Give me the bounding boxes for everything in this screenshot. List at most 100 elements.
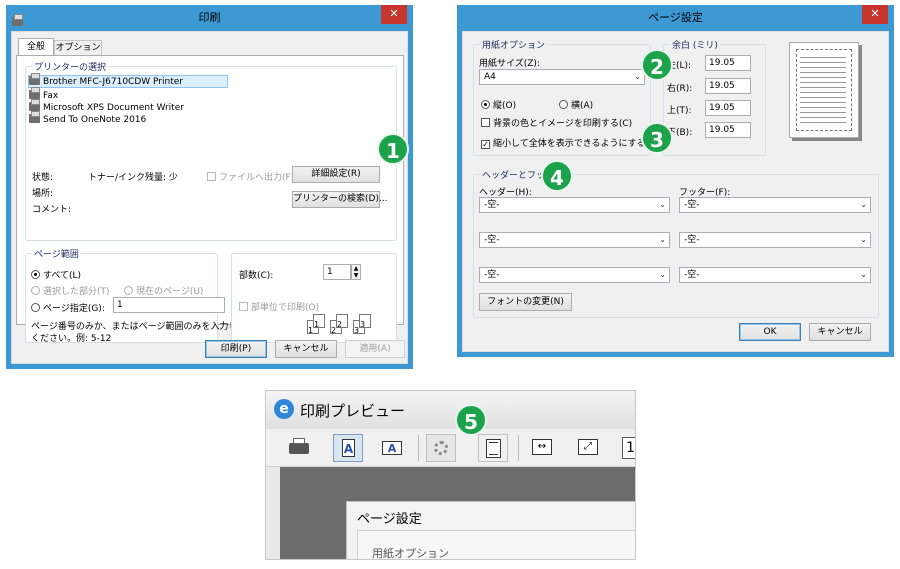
printer-icon xyxy=(29,73,40,85)
margins-group-title: 余白 (ミリ) xyxy=(670,38,720,51)
printer-name: Brother MFC-J6710CDW Printer xyxy=(43,77,183,87)
collate-label: 部単位で印刷(O) xyxy=(251,303,320,313)
paper-options-group-title: 用紙オプション xyxy=(480,38,548,51)
range-pages-input[interactable]: 1 xyxy=(113,297,225,313)
copies-input[interactable]: 1 xyxy=(323,264,351,280)
range-pages-radio[interactable]: ページ指定(G): xyxy=(31,301,105,314)
copies-label: 部数(C): xyxy=(239,271,274,281)
ok-button[interactable]: OK xyxy=(739,323,801,341)
printer-name: Microsoft XPS Document Writer xyxy=(43,103,184,113)
margin-right-label: 右(R): xyxy=(667,84,693,94)
chevron-down-icon: ⌄ xyxy=(860,200,867,209)
printer-item-xps[interactable]: Microsoft XPS Document Writer xyxy=(29,99,184,114)
status-label: 状態: xyxy=(32,173,54,183)
print-icon[interactable] xyxy=(286,435,312,459)
step-badge-4: 4 xyxy=(541,160,573,192)
preview-toolbar: A A ↔ ⤢ 1 xyxy=(266,429,635,467)
details-button[interactable]: 詳細設定(R) xyxy=(292,166,380,183)
cancel-button[interactable]: キャンセル xyxy=(809,323,871,341)
printer-item-brother[interactable]: Brother MFC-J6710CDW Printer xyxy=(28,73,228,88)
toolbar-separator xyxy=(518,435,519,461)
page-setup-title: ページ設定 xyxy=(648,11,703,24)
copies-spinner[interactable]: ▲ ▼ xyxy=(351,264,361,280)
header-select-value: -空- xyxy=(484,270,500,280)
portrait-icon[interactable]: A xyxy=(333,434,363,462)
print-background-checkbox[interactable]: 背景の色とイメージを印刷する(C) xyxy=(481,116,632,129)
page-preview-thumbnail xyxy=(789,42,859,138)
print-dialog-body: 全般 オプション プリンターの選択 Brother MFC-J6710CDW P… xyxy=(11,31,408,364)
printer-item-onenote[interactable]: Send To OneNote 2016 xyxy=(29,111,147,126)
page-setup-body: 用紙オプション 用紙サイズ(Z): A4 ⌄ 縦(O) 横(A) 背景の色とイメー… xyxy=(462,31,889,352)
print-to-file-checkbox[interactable]: ファイルへ出力(F) xyxy=(207,170,294,183)
inner-page-setup-dialog: ページ設定 用紙オプション xyxy=(346,501,635,559)
collate-page: 2 xyxy=(336,314,348,329)
change-font-button[interactable]: フォントの変更(N) xyxy=(479,293,572,311)
chevron-down-icon: ⌄ xyxy=(634,72,641,81)
page-setup-titlebar: ページ設定 ✕ xyxy=(457,5,894,31)
chevron-down-icon: ⌄ xyxy=(659,235,666,244)
location-label: 場所: xyxy=(32,189,54,199)
paper-size-select[interactable]: A4 ⌄ xyxy=(479,69,645,85)
find-printer-button[interactable]: プリンターの検索(D)... xyxy=(292,191,388,208)
landscape-icon[interactable]: A xyxy=(378,434,408,462)
range-hint-line2: ください。例: 5-12 xyxy=(31,334,112,344)
tab-general[interactable]: 全般 xyxy=(18,38,54,55)
margin-right-input[interactable]: 19.05 xyxy=(705,78,751,94)
chevron-down-icon: ⌄ xyxy=(860,235,867,244)
cancel-button[interactable]: キャンセル xyxy=(275,340,337,358)
page-setup-dialog: ページ設定 ✕ 用紙オプション 用紙サイズ(Z): A4 ⌄ 縦(O) 横(A) … xyxy=(457,5,894,357)
header-footer-icon[interactable] xyxy=(478,434,508,462)
page-number-field[interactable]: 1 xyxy=(622,437,635,459)
footer-select-3[interactable]: -空- ⌄ xyxy=(679,267,871,283)
paper-size-value: A4 xyxy=(484,72,496,82)
portrait-label: 縦(O) xyxy=(493,101,517,111)
shrink-to-fit-label: 縮小して全体を表示できるようにする(S) xyxy=(493,139,659,149)
apply-button[interactable]: 適用(A) xyxy=(345,340,405,358)
collate-checkbox[interactable]: 部単位で印刷(O) xyxy=(239,300,319,313)
range-selection-radio[interactable]: 選択した部分(T) xyxy=(31,284,110,297)
shrink-to-fit-checkbox[interactable]: ✓ 縮小して全体を表示できるようにする(S) xyxy=(481,136,658,149)
fit-width-icon[interactable]: ↔ xyxy=(528,434,558,462)
margin-left-input[interactable]: 19.05 xyxy=(705,55,751,71)
tab-options[interactable]: オプション xyxy=(54,40,102,55)
printer-select-group: プリンターの選択 Brother MFC-J6710CDW Printer Fa… xyxy=(25,60,397,241)
chevron-down-icon: ⌄ xyxy=(659,270,666,279)
print-dialog-title: 印刷 xyxy=(198,11,221,24)
header-select-3[interactable]: -空- ⌄ xyxy=(479,267,670,283)
margin-bottom-input[interactable]: 19.05 xyxy=(705,122,751,138)
collate-pages-icon: 1 1 2 2 3 3 xyxy=(307,314,377,338)
preview-title: 印刷プレビュー xyxy=(300,402,406,420)
range-current-label: 現在のページ(U) xyxy=(136,287,204,297)
margin-top-input[interactable]: 19.05 xyxy=(705,100,751,116)
ie-logo-icon: e xyxy=(274,399,294,419)
printer-name: Send To OneNote 2016 xyxy=(43,115,147,125)
footer-select-value: -空- xyxy=(684,235,700,245)
footer-select-value: -空- xyxy=(684,200,700,210)
header-select-2[interactable]: -空- ⌄ xyxy=(479,232,670,248)
range-selection-label: 選択した部分(T) xyxy=(43,287,110,297)
collate-page: 3 xyxy=(359,314,371,329)
comment-label: コメント: xyxy=(32,205,72,215)
range-all-radio[interactable]: すべて(L) xyxy=(31,268,81,281)
step-badge-5: 5 xyxy=(455,404,487,436)
page-range-group-title: ページ範囲 xyxy=(32,247,81,260)
inner-paper-group: 用紙オプション xyxy=(357,530,635,559)
close-button[interactable]: ✕ xyxy=(381,5,407,24)
landscape-radio[interactable]: 横(A) xyxy=(559,98,593,111)
header-select-1[interactable]: -空- ⌄ xyxy=(479,197,670,213)
close-button[interactable]: ✕ xyxy=(862,5,888,24)
printer-select-group-title: プリンターの選択 xyxy=(32,60,109,73)
inner-dialog-title: ページ設定 xyxy=(357,512,422,527)
full-page-icon[interactable]: ⤢ xyxy=(574,434,604,462)
print-preview-window: e 印刷プレビュー A A ↔ ⤢ 1 ページ設定 用紙オプション xyxy=(265,390,636,560)
print-button[interactable]: 印刷(P) xyxy=(205,340,267,358)
page-setup-gear-icon[interactable] xyxy=(426,434,456,462)
chevron-down-icon: ⌄ xyxy=(659,200,666,209)
chevron-down-icon: ⌄ xyxy=(860,270,867,279)
footer-select-2[interactable]: -空- ⌄ xyxy=(679,232,871,248)
range-current-radio[interactable]: 現在のページ(U) xyxy=(124,284,203,297)
footer-select-1[interactable]: -空- ⌄ xyxy=(679,197,871,213)
step-badge-2: 2 xyxy=(641,49,673,81)
portrait-radio[interactable]: 縦(O) xyxy=(481,98,516,111)
range-pages-label: ページ指定(G): xyxy=(43,304,105,314)
